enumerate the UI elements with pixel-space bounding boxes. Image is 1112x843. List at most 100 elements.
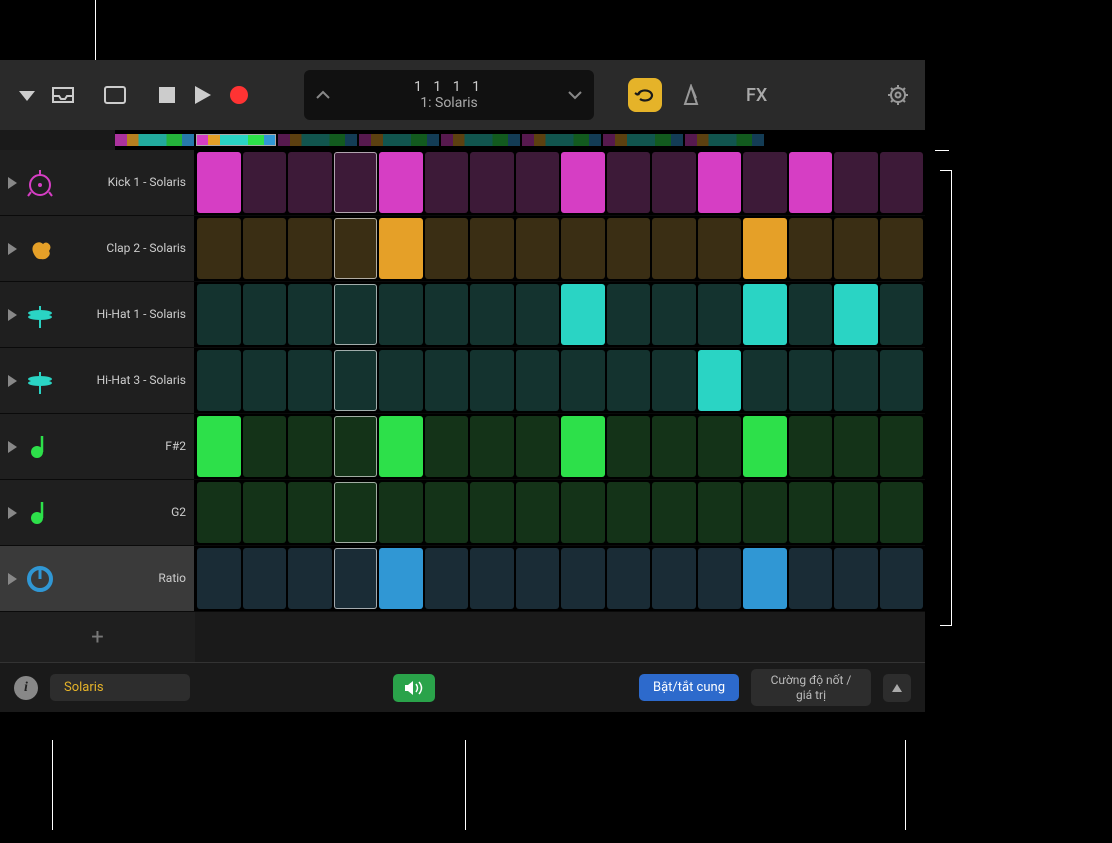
step-cell[interactable] — [698, 218, 742, 279]
step-cell[interactable] — [243, 284, 287, 345]
step-cell[interactable] — [743, 284, 787, 345]
row-header[interactable]: Hi-Hat 1 - Solaris — [0, 282, 195, 347]
step-cell[interactable] — [516, 482, 560, 543]
row-header[interactable]: G2 — [0, 480, 195, 545]
step-cell[interactable] — [698, 350, 742, 411]
step-cell[interactable] — [743, 152, 787, 213]
step-cell[interactable] — [880, 152, 924, 213]
step-cell[interactable] — [880, 548, 924, 609]
step-cell[interactable] — [197, 152, 241, 213]
step-cell[interactable] — [561, 482, 605, 543]
step-cell[interactable] — [652, 218, 696, 279]
step-cell[interactable] — [243, 152, 287, 213]
step-cell[interactable] — [288, 482, 332, 543]
row-play-icon[interactable] — [8, 243, 17, 255]
step-cell[interactable] — [470, 416, 514, 477]
step-cell[interactable] — [607, 350, 651, 411]
step-cell[interactable] — [425, 152, 469, 213]
preset-name[interactable]: Solaris — [50, 674, 190, 701]
step-cell[interactable] — [698, 284, 742, 345]
step-cell[interactable] — [880, 416, 924, 477]
step-cell[interactable] — [789, 482, 833, 543]
fx-button[interactable]: FX — [746, 85, 767, 106]
step-cell[interactable] — [789, 416, 833, 477]
step-cell[interactable] — [834, 218, 878, 279]
step-cell[interactable] — [425, 482, 469, 543]
step-cell[interactable] — [197, 482, 241, 543]
metronome-icon[interactable] — [680, 84, 702, 106]
step-cell[interactable] — [561, 152, 605, 213]
row-header[interactable]: Clap 2 - Solaris — [0, 216, 195, 281]
step-cell[interactable] — [880, 218, 924, 279]
step-cell[interactable] — [652, 152, 696, 213]
step-cell[interactable] — [880, 350, 924, 411]
step-cell[interactable] — [789, 548, 833, 609]
step-cell[interactable] — [379, 482, 423, 543]
step-cell[interactable] — [561, 350, 605, 411]
step-cell[interactable] — [789, 218, 833, 279]
step-cell[interactable] — [425, 284, 469, 345]
step-cell[interactable] — [698, 482, 742, 543]
step-cell[interactable] — [652, 350, 696, 411]
step-cell[interactable] — [698, 548, 742, 609]
step-cell[interactable] — [197, 548, 241, 609]
step-cell[interactable] — [334, 482, 378, 543]
step-cell[interactable] — [470, 350, 514, 411]
step-cell[interactable] — [789, 284, 833, 345]
row-play-icon[interactable] — [8, 177, 17, 189]
step-cell[interactable] — [470, 548, 514, 609]
step-cell[interactable] — [834, 152, 878, 213]
step-cell[interactable] — [516, 416, 560, 477]
pattern-overview[interactable] — [115, 130, 925, 150]
step-cell[interactable] — [880, 284, 924, 345]
step-cell[interactable] — [743, 416, 787, 477]
step-cell[interactable] — [834, 350, 878, 411]
step-cell[interactable] — [379, 152, 423, 213]
row-play-icon[interactable] — [8, 309, 17, 321]
step-cell[interactable] — [288, 152, 332, 213]
row-play-icon[interactable] — [8, 573, 17, 585]
step-cell[interactable] — [516, 218, 560, 279]
row-play-icon[interactable] — [8, 375, 17, 387]
step-cell[interactable] — [470, 218, 514, 279]
step-cell[interactable] — [334, 284, 378, 345]
step-cell[interactable] — [470, 482, 514, 543]
step-cell[interactable] — [516, 548, 560, 609]
step-cell[interactable] — [880, 482, 924, 543]
lcd-display[interactable]: 1 1 1 1 1: Solaris — [304, 70, 594, 120]
step-cell[interactable] — [834, 482, 878, 543]
inbox-icon[interactable] — [52, 84, 74, 106]
row-play-icon[interactable] — [8, 441, 17, 453]
row-header[interactable]: Hi-Hat 3 - Solaris — [0, 348, 195, 413]
step-cell[interactable] — [379, 416, 423, 477]
step-cell[interactable] — [652, 548, 696, 609]
step-cell[interactable] — [561, 284, 605, 345]
step-cell[interactable] — [243, 416, 287, 477]
step-cell[interactable] — [425, 548, 469, 609]
step-cell[interactable] — [516, 284, 560, 345]
step-cell[interactable] — [652, 482, 696, 543]
step-cell[interactable] — [652, 416, 696, 477]
step-cell[interactable] — [425, 350, 469, 411]
step-cell[interactable] — [561, 548, 605, 609]
step-cell[interactable] — [607, 152, 651, 213]
step-cell[interactable] — [197, 284, 241, 345]
step-cell[interactable] — [607, 482, 651, 543]
step-cell[interactable] — [243, 218, 287, 279]
chevron-down-icon[interactable] — [568, 90, 582, 100]
step-cell[interactable] — [698, 152, 742, 213]
chevron-down-icon[interactable] — [16, 84, 38, 106]
play-button[interactable] — [192, 84, 214, 106]
row-play-icon[interactable] — [8, 507, 17, 519]
toggle-arc-button[interactable]: Bật/tắt cung — [639, 674, 739, 701]
expand-button[interactable] — [883, 674, 911, 702]
step-cell[interactable] — [288, 350, 332, 411]
step-cell[interactable] — [288, 218, 332, 279]
browser-button[interactable] — [104, 84, 126, 106]
step-cell[interactable] — [470, 284, 514, 345]
step-cell[interactable] — [561, 218, 605, 279]
step-cell[interactable] — [334, 416, 378, 477]
step-cell[interactable] — [243, 350, 287, 411]
step-cell[interactable] — [516, 350, 560, 411]
step-cell[interactable] — [743, 218, 787, 279]
